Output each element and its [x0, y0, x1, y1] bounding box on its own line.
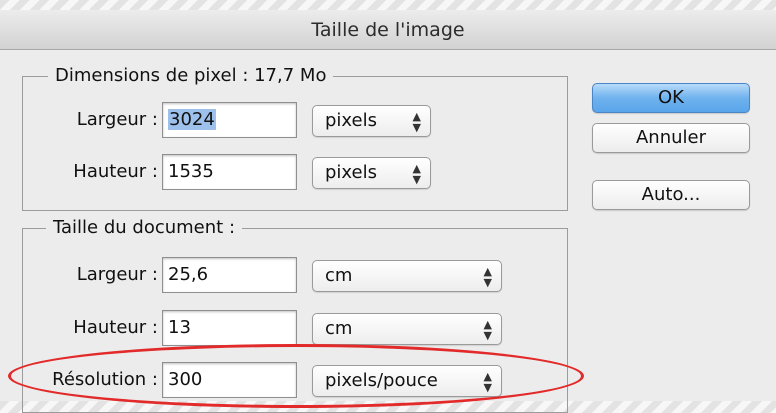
- pixel-height-value: 1535: [168, 161, 214, 182]
- image-size-dialog: Taille de l'image Dimensions de pixel : …: [0, 10, 776, 413]
- doc-width-unit-select[interactable]: cm ▲ ▼: [312, 260, 502, 292]
- pixel-width-unit-label: pixels: [325, 110, 377, 131]
- resolution-label: Résolution :: [52, 369, 158, 390]
- up-down-arrows-icon: ▲ ▼: [412, 110, 421, 134]
- cancel-button[interactable]: Annuler: [592, 123, 750, 153]
- resolution-unit-select[interactable]: pixels/pouce ▲ ▼: [312, 365, 502, 397]
- pixel-width-unit-select[interactable]: pixels ▲ ▼: [312, 105, 431, 137]
- window-title: Taille de l'image: [0, 10, 776, 50]
- doc-width-unit-label: cm: [325, 265, 353, 286]
- pixel-dimensions-legend: Dimensions de pixel : 17,7 Mo: [48, 65, 334, 87]
- pixel-width-input[interactable]: 3024: [162, 102, 297, 138]
- doc-height-label: Hauteur :: [73, 317, 158, 338]
- pixel-height-unit-select[interactable]: pixels ▲ ▼: [312, 157, 431, 189]
- up-down-arrows-icon: ▲ ▼: [412, 162, 421, 186]
- pixel-width-label: Largeur :: [76, 109, 158, 130]
- pixel-dimensions-group: [22, 76, 568, 211]
- resolution-value: 300: [168, 369, 203, 390]
- pixel-height-label: Hauteur :: [73, 161, 158, 182]
- up-down-arrows-icon: ▲ ▼: [483, 318, 492, 342]
- resolution-input[interactable]: 300: [162, 362, 297, 398]
- doc-width-input[interactable]: 25,6: [162, 257, 297, 293]
- doc-width-value: 25,6: [168, 264, 209, 285]
- up-down-arrows-icon: ▲ ▼: [483, 370, 492, 394]
- doc-height-value: 13: [168, 317, 191, 338]
- doc-width-label: Largeur :: [76, 264, 158, 285]
- pixel-height-input[interactable]: 1535: [162, 154, 297, 190]
- doc-height-input[interactable]: 13: [162, 310, 297, 346]
- resolution-unit-label: pixels/pouce: [325, 370, 438, 391]
- auto-button[interactable]: Auto...: [592, 180, 750, 210]
- doc-height-unit-label: cm: [325, 318, 353, 339]
- doc-height-unit-select[interactable]: cm ▲ ▼: [312, 313, 502, 345]
- pixel-width-value: 3024: [168, 109, 216, 130]
- pixel-height-unit-label: pixels: [325, 162, 377, 183]
- up-down-arrows-icon: ▲ ▼: [483, 265, 492, 289]
- document-size-legend: Taille du document :: [46, 217, 243, 239]
- ok-button[interactable]: OK: [592, 83, 750, 113]
